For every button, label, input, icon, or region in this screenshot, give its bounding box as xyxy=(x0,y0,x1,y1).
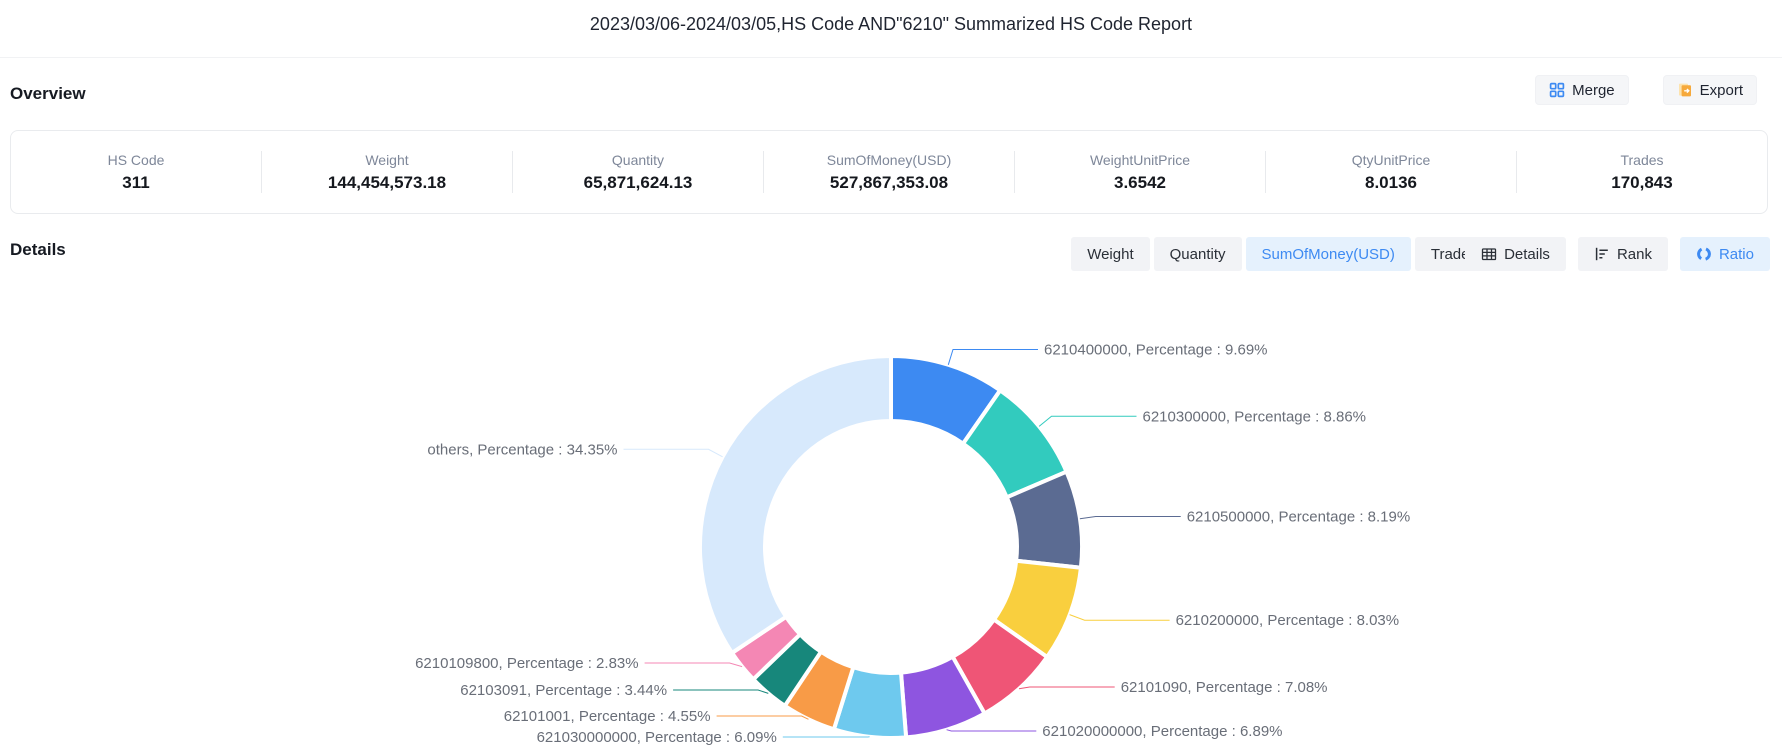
pie-leader-line xyxy=(645,663,743,667)
stat-value: 144,454,573.18 xyxy=(328,173,446,193)
pie-label-6210200000: 6210200000, Percentage : 8.03% xyxy=(1176,612,1400,629)
stat-label: Quantity xyxy=(612,152,664,168)
pie-label-62101001: 62101001, Percentage : 4.55% xyxy=(504,708,711,725)
pie-leader-line xyxy=(673,690,768,693)
stat-label: SumOfMoney(USD) xyxy=(827,152,951,168)
ratio-donut-chart: 6210400000, Percentage : 9.69% 6210300000… xyxy=(0,264,1782,751)
pie-label-6210109800: 6210109800, Percentage : 2.83% xyxy=(415,655,639,672)
stat-value: 3.6542 xyxy=(1114,173,1166,193)
view-tab-label: Ratio xyxy=(1719,246,1754,263)
table-icon xyxy=(1481,246,1497,262)
merge-button[interactable]: Merge xyxy=(1535,75,1629,105)
stat-label: Trades xyxy=(1620,152,1663,168)
pie-leader-line xyxy=(1080,516,1181,518)
pie-leader-line xyxy=(948,350,1038,365)
export-icon xyxy=(1677,82,1693,98)
stat-label: QtyUnitPrice xyxy=(1352,152,1431,168)
stat-weightunitprice: WeightUnitPrice 3.6542 xyxy=(1015,131,1265,213)
export-button[interactable]: Export xyxy=(1663,75,1757,105)
report-title: 2023/03/06-2024/03/05,HS Code AND"6210" … xyxy=(0,14,1782,35)
pie-label-others: others, Percentage : 34.35% xyxy=(427,441,617,458)
stat-label: Weight xyxy=(365,152,408,168)
stat-trades: Trades 170,843 xyxy=(1517,131,1767,213)
report-page: 2023/03/06-2024/03/05,HS Code AND"6210" … xyxy=(0,0,1782,751)
merge-icon xyxy=(1549,82,1565,98)
view-tab-label: Rank xyxy=(1617,246,1652,263)
pie-label-62103091: 62103091, Percentage : 3.44% xyxy=(460,682,667,699)
stat-sumofmoney-usd: SumOfMoney(USD) 527,867,353.08 xyxy=(764,131,1014,213)
stat-quantity: Quantity 65,871,624.13 xyxy=(513,131,763,213)
stat-value: 65,871,624.13 xyxy=(584,173,693,193)
pie-label-6210500000: 6210500000, Percentage : 8.19% xyxy=(1187,508,1411,525)
pie-label-621030000000: 621030000000, Percentage : 6.09% xyxy=(537,729,777,746)
pie-label-6210300000: 6210300000, Percentage : 8.86% xyxy=(1143,408,1367,425)
rank-icon xyxy=(1594,246,1610,262)
stat-label: WeightUnitPrice xyxy=(1090,152,1190,168)
stat-weight: Weight 144,454,573.18 xyxy=(262,131,512,213)
stat-value: 8.0136 xyxy=(1365,173,1417,193)
overview-actions: Merge Export xyxy=(1535,75,1757,105)
merge-button-label: Merge xyxy=(1572,82,1615,99)
pie-label-62101090: 62101090, Percentage : 7.08% xyxy=(1121,679,1328,696)
view-tab-label: Details xyxy=(1504,246,1550,263)
pie-leader-line xyxy=(1019,687,1115,689)
details-heading: Details xyxy=(10,240,66,260)
pie-leader-line xyxy=(717,716,809,719)
stat-value: 311 xyxy=(122,173,149,193)
title-divider xyxy=(0,57,1782,58)
stat-value: 170,843 xyxy=(1611,173,1672,193)
export-button-label: Export xyxy=(1700,82,1743,99)
pie-leader-line xyxy=(1070,615,1170,621)
pie-label-6210400000: 6210400000, Percentage : 9.69% xyxy=(1044,342,1268,359)
pie-leader-line xyxy=(1039,416,1136,426)
pie-label-621020000000: 621020000000, Percentage : 6.89% xyxy=(1042,723,1282,740)
overview-heading: Overview xyxy=(10,84,86,104)
pie-leader-line xyxy=(947,730,1037,731)
overview-stats-card: HS Code 311 Weight 144,454,573.18 Quantity 65… xyxy=(10,130,1768,214)
pie-slice-others[interactable] xyxy=(700,356,891,653)
stat-hs-code: HS Code 311 xyxy=(11,131,261,213)
ratio-icon xyxy=(1696,246,1712,262)
stat-label: HS Code xyxy=(108,152,165,168)
pie-leader-line xyxy=(624,449,723,457)
stat-qtyunitprice: QtyUnitPrice 8.0136 xyxy=(1266,131,1516,213)
stat-value: 527,867,353.08 xyxy=(830,173,948,193)
